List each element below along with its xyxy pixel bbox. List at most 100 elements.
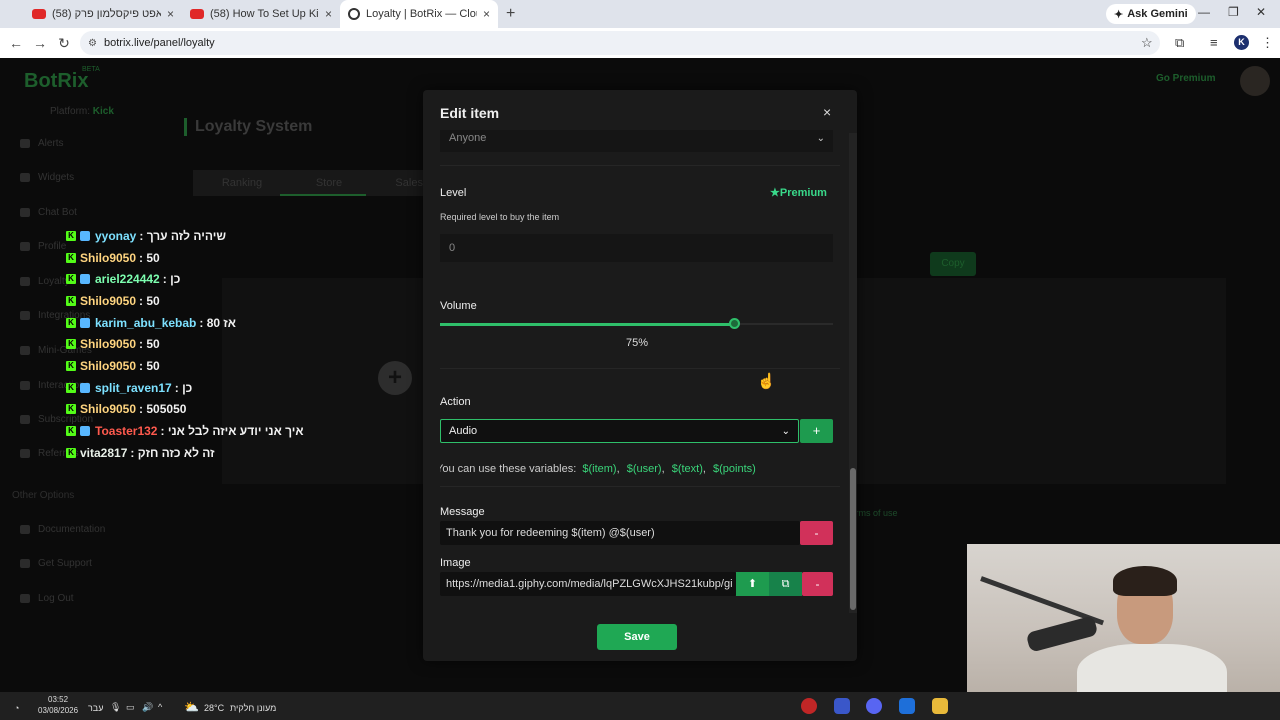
- kick-icon: K: [66, 426, 76, 437]
- browser-tab-3[interactable]: Loyalty | BotRix — Cloud Stream ×: [340, 0, 498, 28]
- site-settings-icon[interactable]: ⚙: [88, 38, 97, 49]
- add-action-button[interactable]: +: [800, 419, 833, 443]
- streamer-hair: [1113, 566, 1177, 596]
- tab-ranking[interactable]: Ranking: [193, 170, 291, 196]
- kick-icon: K: [66, 317, 76, 328]
- variable-points: $(points): [713, 463, 756, 475]
- hand-cursor-icon: ☝: [757, 373, 776, 390]
- chat-text: 50: [146, 250, 160, 265]
- copy-button[interactable]: Copy: [930, 252, 976, 276]
- action-select[interactable]: Audio ⌄: [440, 419, 799, 443]
- media-icon[interactable]: ≡: [1210, 35, 1218, 50]
- sidebar-item-loyalty[interactable]: Loyalty: [20, 276, 70, 287]
- badge-icon: [80, 274, 90, 285]
- sidebar-item-logout[interactable]: Log Out: [20, 593, 74, 604]
- file-explorer-icon[interactable]: [932, 698, 948, 714]
- sidebar-item-alerts[interactable]: Alerts: [20, 138, 64, 149]
- gallery-icon[interactable]: ⧉: [769, 572, 802, 596]
- close-icon[interactable]: ×: [167, 7, 174, 21]
- system-clock[interactable]: 03:52 03/08/2026: [38, 694, 78, 716]
- badge-icon: [80, 426, 90, 437]
- chat-message: K Shilo9050: 50: [66, 290, 304, 312]
- chat-username: split_raven17: [95, 380, 172, 395]
- remove-image-button[interactable]: -: [802, 572, 833, 596]
- reload-icon[interactable]: ↻: [52, 35, 76, 52]
- minimize-icon[interactable]: —: [1198, 5, 1210, 19]
- permission-select[interactable]: Anyone ⌄: [440, 130, 833, 152]
- sidebar-item-support[interactable]: Get Support: [20, 558, 92, 569]
- profile-avatar[interactable]: K: [1234, 35, 1249, 50]
- chat-text: איך אני יודע איזה לבל אני: [167, 424, 304, 439]
- star-icon: ★: [770, 187, 780, 199]
- badge-icon: [80, 317, 90, 328]
- close-icon[interactable]: ×: [325, 7, 332, 21]
- chat-username: ariel224442: [95, 272, 160, 287]
- variable-user: $(user): [626, 463, 662, 475]
- message-label: Message: [440, 506, 485, 518]
- level-input[interactable]: 0: [440, 234, 833, 262]
- kick-icon: K: [66, 252, 76, 263]
- back-icon[interactable]: ←: [4, 35, 28, 51]
- modal-scrollbar-thumb[interactable]: [850, 468, 856, 610]
- app-icon-record[interactable]: [801, 698, 817, 714]
- notification-icon[interactable]: ◔: [14, 703, 19, 713]
- app-icon-blue[interactable]: [899, 698, 915, 714]
- chat-text: 50: [146, 358, 160, 373]
- tray-chevron-icon[interactable]: ^: [158, 702, 162, 712]
- save-button[interactable]: Save: [597, 624, 677, 650]
- menu-icon[interactable]: ⋮: [1261, 35, 1274, 51]
- tab-store[interactable]: Store: [280, 170, 378, 196]
- url-field[interactable]: ⚙ botrix.live/panel/loyalty: [80, 31, 1160, 55]
- image-url-value: https://media1.giphy.com/media/lqPZLGWcX…: [446, 578, 733, 590]
- chat-username: Shilo9050: [80, 358, 137, 373]
- message-value: Thank you for redeeming $(item) @$(user): [446, 527, 655, 539]
- platform-value: Kick: [92, 106, 114, 117]
- browser-tab-1[interactable]: (58) מיינקראפט פיקסלמון פרק ×: [24, 0, 182, 28]
- maximize-icon[interactable]: ❐: [1228, 5, 1239, 19]
- add-item-icon[interactable]: +: [378, 361, 412, 395]
- new-tab-button[interactable]: +: [506, 5, 515, 23]
- sidebar-item-widgets[interactable]: Widgets: [20, 172, 74, 183]
- language-indicator[interactable]: עבר: [88, 703, 103, 713]
- platform-indicator: Platform: Kick: [50, 106, 114, 117]
- image-url-input[interactable]: https://media1.giphy.com/media/lqPZLGWcX…: [440, 572, 736, 596]
- volume-icon[interactable]: 🔊: [142, 702, 153, 713]
- divider: [440, 486, 840, 487]
- premium-badge: ★Premium: [770, 186, 827, 199]
- go-premium-link[interactable]: Go Premium: [1156, 73, 1215, 84]
- bookmark-star-icon[interactable]: ☆: [1141, 35, 1153, 51]
- extensions-icon[interactable]: ⧉: [1175, 35, 1184, 51]
- ask-gemini-label: Ask Gemini: [1127, 8, 1188, 20]
- app-icon-chrome-profile[interactable]: [834, 698, 850, 714]
- volume-slider-handle[interactable]: [728, 318, 740, 329]
- browser-tab-2[interactable]: (58) How To Set Up Kick Loyalty ×: [182, 0, 340, 28]
- kick-icon: K: [66, 274, 76, 285]
- discord-icon[interactable]: [866, 698, 882, 714]
- sidebar-item-chat-bot[interactable]: Chat Bot: [20, 207, 77, 218]
- sidebar-item-documentation[interactable]: Documentation: [20, 524, 105, 535]
- forward-icon[interactable]: →: [28, 35, 52, 51]
- upload-icon[interactable]: ⬆: [736, 572, 769, 596]
- sidebar-item-profile[interactable]: Profile: [20, 241, 66, 252]
- ask-gemini-button[interactable]: ✦ Ask Gemini: [1106, 4, 1196, 24]
- chat-message: Kyyonay: שיהיה לזה ערך: [66, 225, 304, 247]
- chat-text: 50: [146, 337, 160, 352]
- gamepad-icon: [20, 346, 30, 355]
- user-avatar[interactable]: [1240, 66, 1270, 96]
- modal-body[interactable]: Anyone ⌄ Level ★Premium Required level t…: [440, 130, 840, 608]
- close-icon[interactable]: ×: [823, 104, 831, 120]
- chat-separator: :: [130, 445, 138, 460]
- network-icon[interactable]: ▭: [126, 702, 135, 713]
- remove-message-button[interactable]: -: [800, 521, 833, 545]
- badge-icon: [80, 382, 90, 393]
- premium-label: Premium: [779, 187, 827, 199]
- window-close-icon[interactable]: ✕: [1256, 5, 1266, 19]
- close-icon[interactable]: ×: [483, 7, 490, 21]
- chat-separator: :: [139, 402, 147, 417]
- stream-chat-overlay: Kyyonay: שיהיה לזה ערך K Shilo9050: 50 Kari…: [66, 225, 304, 464]
- chat-message: K Toaster132: איך אני יודע איזה לבל אני: [66, 420, 304, 442]
- variables-prefix: You can use these variables:: [440, 463, 577, 475]
- message-input[interactable]: Thank you for redeeming $(item) @$(user): [440, 521, 800, 545]
- chat-text: זה לא כזה חזק: [137, 445, 215, 460]
- microphone-icon[interactable]: 🎙: [110, 702, 121, 713]
